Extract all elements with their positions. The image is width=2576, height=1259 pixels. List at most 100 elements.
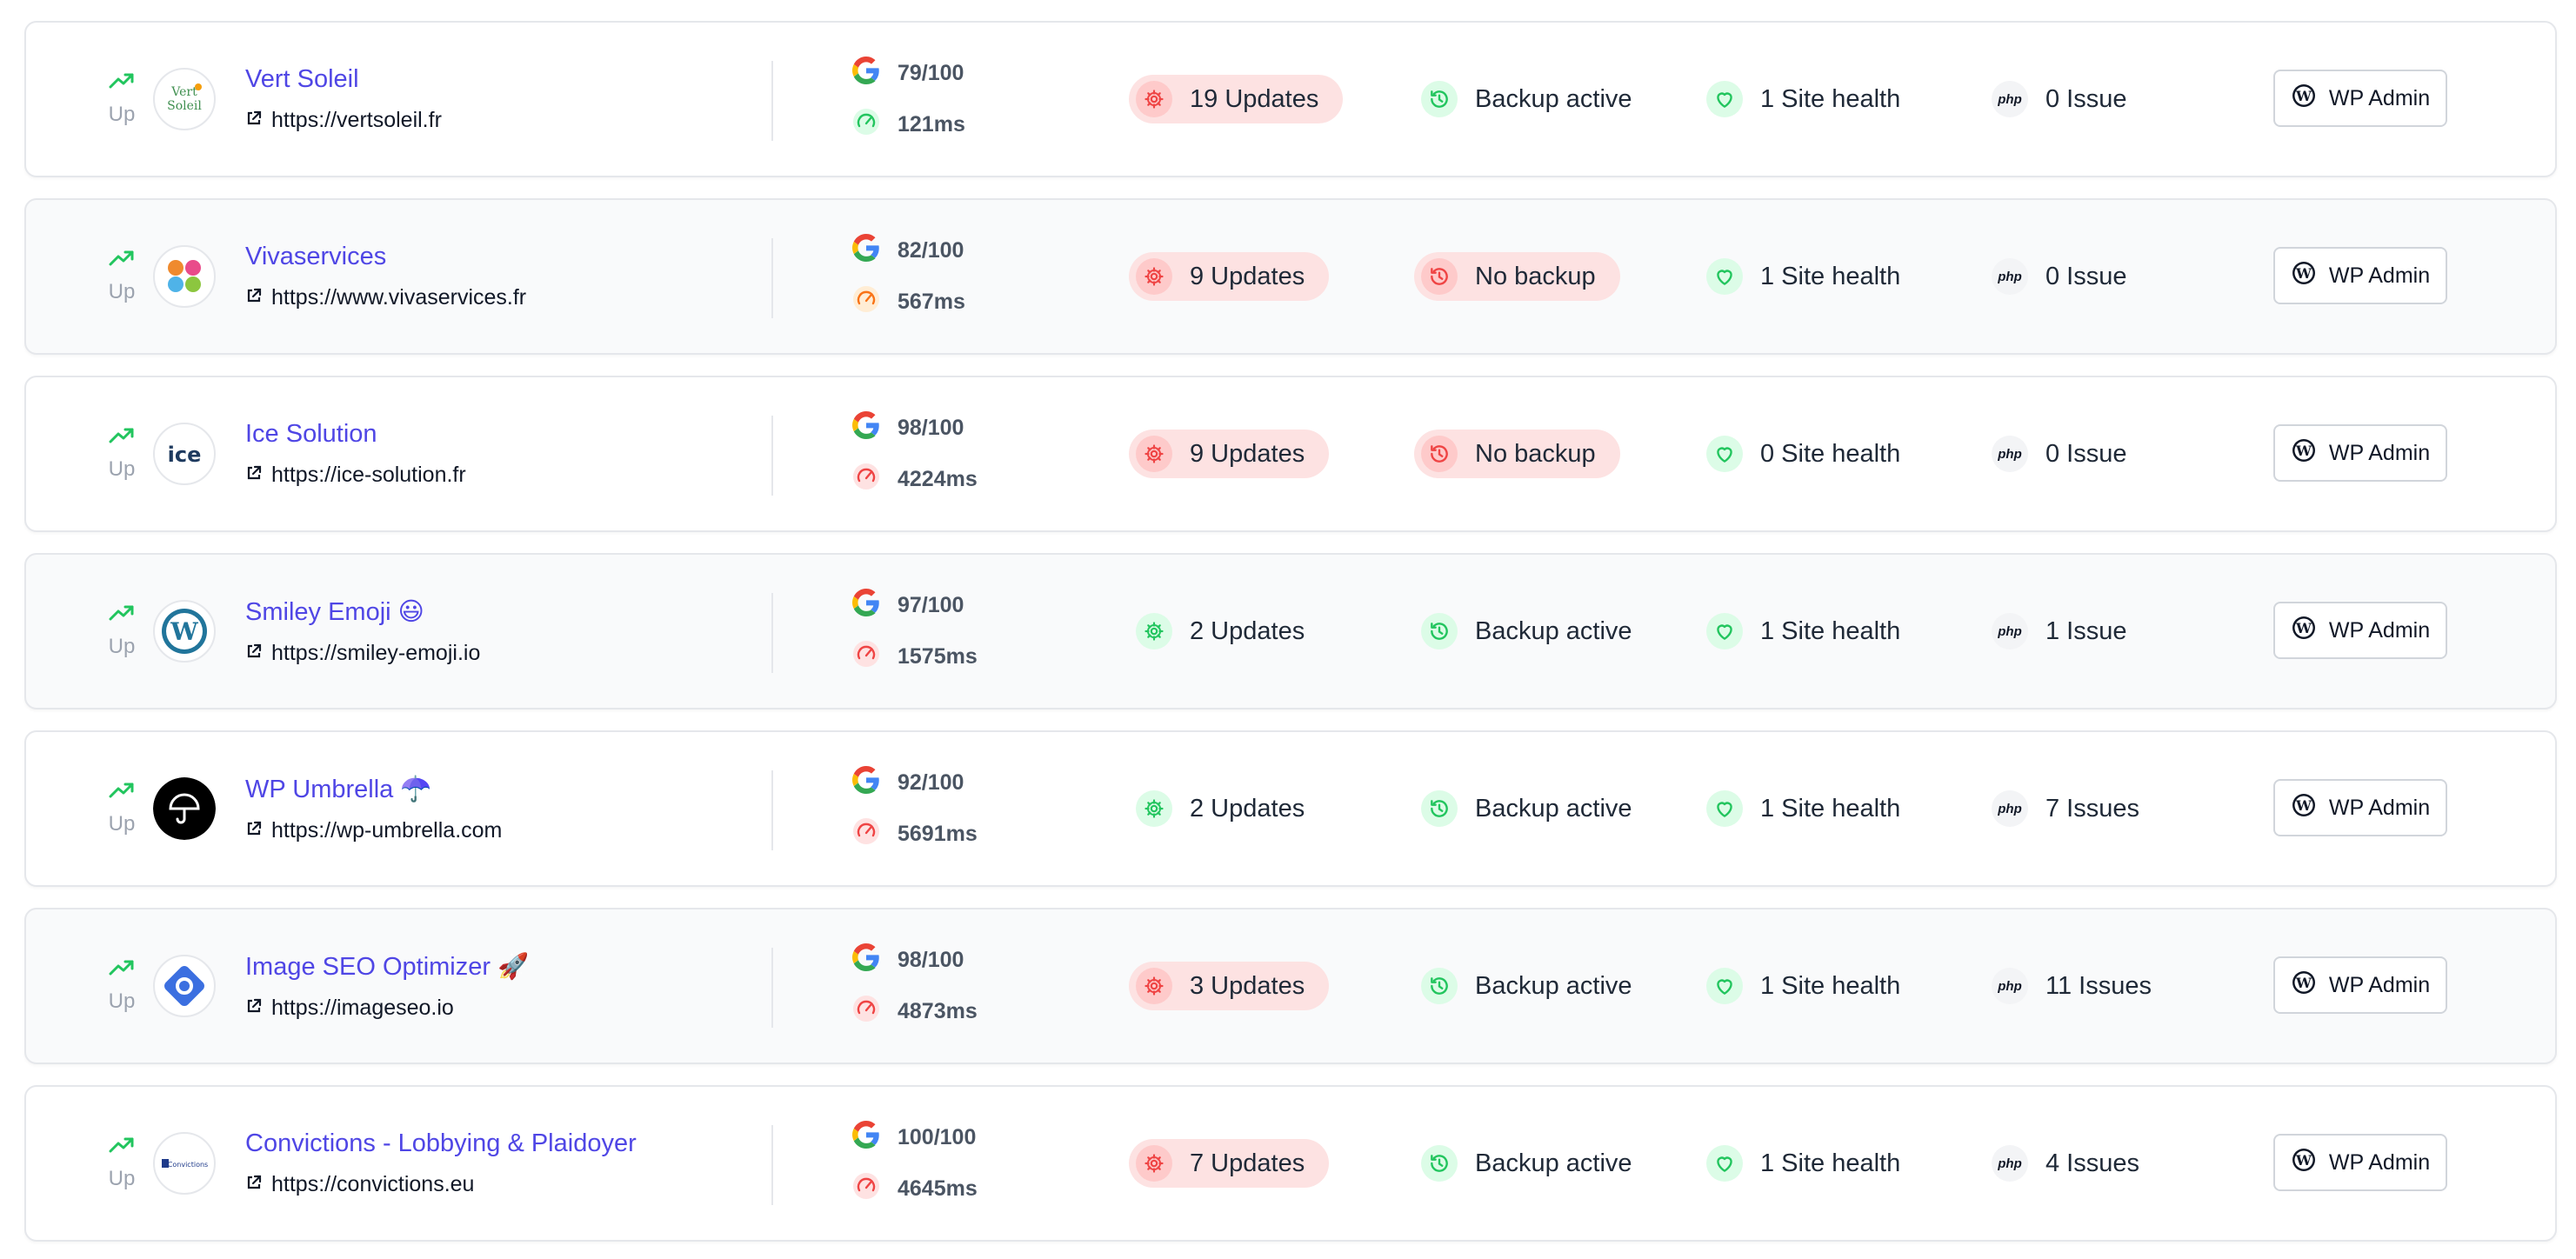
site-health-badge[interactable]: 1 Site health bbox=[1699, 75, 1925, 123]
site-url-link[interactable]: https://wp-umbrella.com bbox=[245, 818, 750, 843]
site-url-link[interactable]: https://ice-solution.fr bbox=[245, 463, 750, 488]
response-time: 5691ms bbox=[852, 817, 1061, 851]
wp-admin-button[interactable]: W WP Admin bbox=[2273, 424, 2447, 482]
php-issues-badge[interactable]: php 0 Issue bbox=[1985, 75, 2152, 123]
backup-badge[interactable]: Backup active bbox=[1414, 75, 1657, 123]
score-text: 92/100 bbox=[898, 770, 964, 795]
backup-text: Backup active bbox=[1475, 84, 1632, 113]
site-url-link[interactable]: https://www.vivaservices.fr bbox=[245, 285, 750, 310]
site-health-badge[interactable]: 0 Site health bbox=[1699, 430, 1925, 478]
response-time: 1575ms bbox=[852, 640, 1061, 674]
speedometer-icon bbox=[852, 108, 880, 142]
php-icon: php bbox=[1992, 613, 2028, 649]
site-row: Up Vivaservices https://www.vivaservices… bbox=[24, 198, 2557, 355]
trending-up-icon bbox=[109, 959, 135, 981]
backup-badge[interactable]: Backup active bbox=[1414, 962, 1657, 1010]
site-name-link[interactable]: Convictions - Lobbying & Plaidoyer bbox=[245, 1129, 750, 1158]
heart-icon bbox=[1706, 968, 1743, 1004]
wordpress-icon: W bbox=[2291, 83, 2317, 115]
site-name-link[interactable]: Image SEO Optimizer 🚀 bbox=[245, 952, 750, 982]
php-issues-badge[interactable]: php 0 Issue bbox=[1985, 430, 2152, 478]
site-name-link[interactable]: Vert Soleil bbox=[245, 65, 750, 94]
wp-admin-label: WP Admin bbox=[2328, 617, 2431, 643]
site-url-link[interactable]: https://smiley-emoji.io bbox=[245, 641, 750, 666]
site-health-badge[interactable]: 1 Site health bbox=[1699, 962, 1925, 1010]
backup-badge[interactable]: Backup active bbox=[1414, 784, 1657, 833]
wp-admin-button[interactable]: W WP Admin bbox=[2273, 779, 2447, 836]
php-issues-badge[interactable]: php 1 Issue bbox=[1985, 607, 2152, 656]
updates-badge[interactable]: 9 Updates bbox=[1129, 252, 1330, 301]
site-row: Up ice Ice Solution https://ice-solution… bbox=[24, 376, 2557, 532]
site-health-badge[interactable]: 1 Site health bbox=[1699, 1139, 1925, 1188]
php-icon: php bbox=[1992, 81, 2028, 117]
site-url-link[interactable]: https://vertsoleil.fr bbox=[245, 108, 750, 133]
external-link-icon bbox=[245, 463, 263, 488]
vert-soleil-logo: Vert Soleil bbox=[153, 68, 216, 130]
wp-umbrella-logo bbox=[153, 777, 216, 840]
php-issues-badge[interactable]: php 7 Issues bbox=[1985, 784, 2164, 833]
site-identity: Image SEO Optimizer 🚀 https://imageseo.i… bbox=[245, 909, 750, 1062]
site-url-link[interactable]: https://imageseo.io bbox=[245, 996, 750, 1021]
updates-badge[interactable]: 3 Updates bbox=[1129, 962, 1330, 1010]
site-name-link[interactable]: WP Umbrella ☂️ bbox=[245, 775, 750, 804]
performance-cell: 98/100 4224ms bbox=[852, 377, 1061, 530]
speed-text: 4224ms bbox=[898, 467, 978, 491]
site-health-badge[interactable]: 1 Site health bbox=[1699, 607, 1925, 656]
svg-text:W: W bbox=[170, 617, 198, 646]
performance-cell: 98/100 4873ms bbox=[852, 909, 1061, 1062]
health-text: 1 Site health bbox=[1760, 1149, 1901, 1177]
response-time: 121ms bbox=[852, 108, 1061, 142]
php-issues-badge[interactable]: php 4 Issues bbox=[1985, 1139, 2164, 1188]
performance-cell: 100/100 4645ms bbox=[852, 1087, 1061, 1240]
column-divider bbox=[771, 1125, 773, 1205]
site-list: Up Vert Soleil Vert Soleil https://vertso… bbox=[24, 21, 2557, 1259]
backup-badge[interactable]: No backup bbox=[1414, 430, 1620, 478]
site-url-text: https://imageseo.io bbox=[271, 995, 454, 1020]
wp-admin-label: WP Admin bbox=[2328, 795, 2431, 820]
site-health-badge[interactable]: 1 Site health bbox=[1699, 784, 1925, 833]
php-issues-badge[interactable]: php 0 Issue bbox=[1985, 252, 2152, 301]
site-health-badge[interactable]: 1 Site health bbox=[1699, 252, 1925, 301]
external-link-icon bbox=[245, 1172, 263, 1197]
status-text: Up bbox=[108, 811, 136, 836]
php-issues-badge[interactable]: php 11 Issues bbox=[1985, 962, 2176, 1010]
wp-admin-button[interactable]: W WP Admin bbox=[2273, 247, 2447, 304]
site-identity: Vivaservices https://www.vivaservices.fr bbox=[245, 200, 750, 353]
updates-badge[interactable]: 2 Updates bbox=[1129, 784, 1329, 833]
backup-text: Backup active bbox=[1475, 616, 1632, 645]
backup-badge[interactable]: Backup active bbox=[1414, 607, 1657, 656]
score-text: 98/100 bbox=[898, 416, 964, 440]
gear-icon bbox=[1136, 81, 1172, 117]
site-row: Up W Smiley Emoji 😃 https://smiley-emoji… bbox=[24, 553, 2557, 709]
response-time: 4645ms bbox=[852, 1172, 1061, 1206]
site-name-link[interactable]: Vivaservices bbox=[245, 243, 750, 271]
speed-text: 121ms bbox=[898, 112, 965, 137]
speedometer-icon bbox=[852, 285, 880, 319]
updates-badge[interactable]: 19 Updates bbox=[1129, 75, 1344, 123]
speed-text: 567ms bbox=[898, 290, 965, 314]
updates-badge[interactable]: 7 Updates bbox=[1129, 1139, 1330, 1188]
updates-badge[interactable]: 9 Updates bbox=[1129, 430, 1330, 478]
wp-admin-button[interactable]: W WP Admin bbox=[2273, 70, 2447, 127]
wp-admin-button[interactable]: W WP Admin bbox=[2273, 1134, 2447, 1191]
svg-text:W: W bbox=[2295, 975, 2312, 991]
site-row: Up Vert Soleil Vert Soleil https://vertso… bbox=[24, 21, 2557, 177]
heart-icon bbox=[1706, 1145, 1743, 1182]
external-link-icon bbox=[245, 996, 263, 1021]
site-name-link[interactable]: Ice Solution bbox=[245, 420, 750, 449]
status-text: Up bbox=[108, 989, 136, 1013]
speedometer-icon bbox=[852, 640, 880, 674]
site-url-link[interactable]: https://convictions.eu bbox=[245, 1172, 750, 1197]
column-divider bbox=[771, 593, 773, 673]
php-mark: php bbox=[1998, 623, 2022, 639]
backup-badge[interactable]: Backup active bbox=[1414, 1139, 1657, 1188]
site-name-link[interactable]: Smiley Emoji 😃 bbox=[245, 596, 750, 627]
backup-badge[interactable]: No backup bbox=[1414, 252, 1620, 301]
column-divider bbox=[771, 61, 773, 141]
wp-admin-button[interactable]: W WP Admin bbox=[2273, 956, 2447, 1014]
wp-admin-button[interactable]: W WP Admin bbox=[2273, 602, 2447, 659]
history-icon bbox=[1421, 790, 1458, 827]
updates-badge[interactable]: 2 Updates bbox=[1129, 607, 1329, 656]
trending-up-icon bbox=[109, 782, 135, 803]
speed-text: 4645ms bbox=[898, 1176, 978, 1201]
